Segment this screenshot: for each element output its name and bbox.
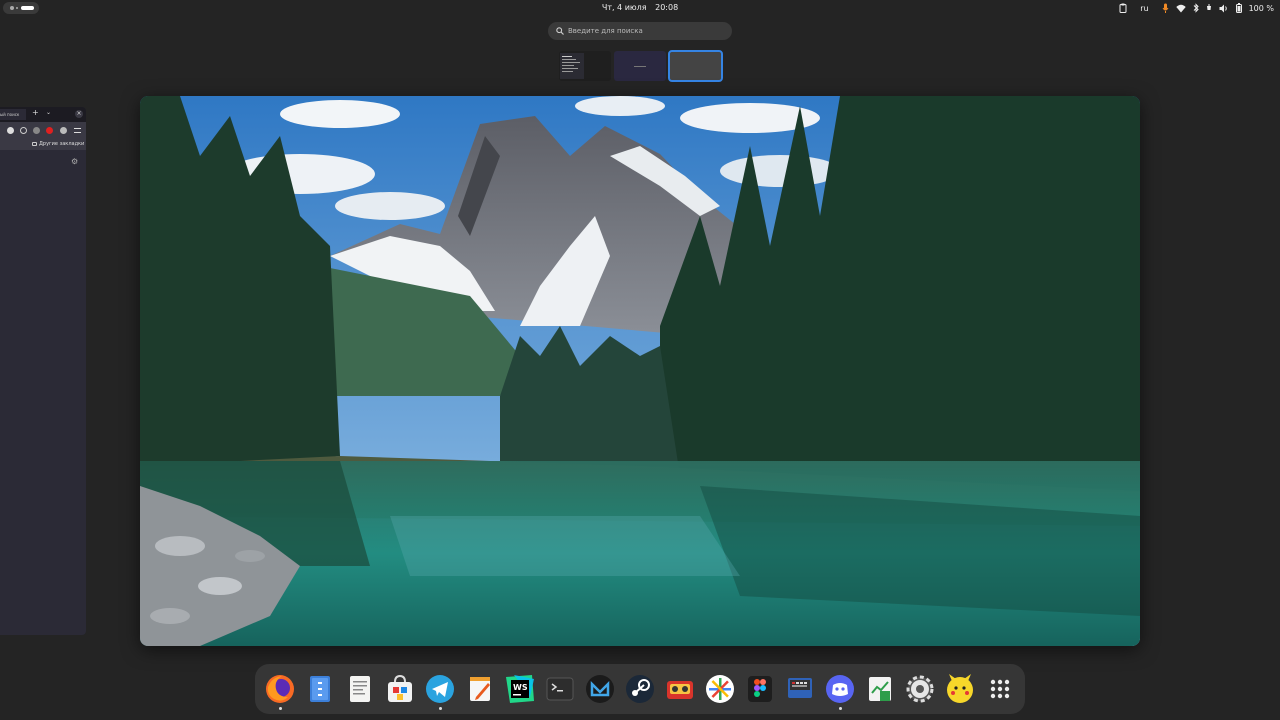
preview-line (562, 56, 572, 57)
webstorm-icon[interactable]: WS (504, 673, 536, 705)
mailspring-icon[interactable] (584, 673, 616, 705)
bluetooth-icon (1193, 3, 1199, 13)
svg-text:WS: WS (513, 683, 528, 692)
running-indicator (279, 707, 282, 710)
steam-icon[interactable] (624, 673, 656, 705)
spreadsheet-icon[interactable] (864, 673, 896, 705)
battery-percent: 100 % (1248, 3, 1274, 13)
workspace-thumbnail-3-active[interactable] (668, 50, 723, 82)
telegram-icon[interactable] (424, 673, 456, 705)
microphone-icon (1162, 3, 1169, 13)
running-indicator (439, 707, 442, 710)
files-icon[interactable] (304, 673, 336, 705)
addon-icon[interactable] (33, 127, 40, 134)
desktop-wallpaper-preview[interactable] (140, 96, 1140, 646)
bookmarks-folder-label[interactable]: Другие закладки (39, 141, 84, 147)
preview-line (562, 71, 573, 72)
bookmarks-bar: Другие закладки (0, 140, 86, 150)
app-grid-icon[interactable] (984, 673, 1016, 705)
container-icon[interactable] (60, 127, 67, 134)
text-editor-icon[interactable] (344, 673, 376, 705)
browser-tab-bar: ый поиск + ⌄ × (0, 107, 86, 122)
battery-icon (1235, 3, 1242, 13)
browser-toolbar (0, 122, 86, 140)
workspace-thumbnail-1[interactable] (559, 51, 611, 81)
terminal-icon[interactable] (544, 673, 576, 705)
gear-icon[interactable]: ⚙ (71, 157, 78, 166)
clock[interactable]: Чт, 4 июля 20:08 (0, 3, 1280, 12)
search-field[interactable] (548, 22, 732, 40)
top-bar: Чт, 4 июля 20:08 ru 100 % (0, 0, 1280, 16)
wifi-icon (1175, 4, 1186, 13)
search-icon (556, 27, 564, 35)
volume-icon (1219, 4, 1229, 13)
preview-line (562, 59, 576, 60)
color-wheel-icon[interactable] (704, 673, 736, 705)
workspace-thumbnail-2[interactable] (614, 51, 666, 81)
software-store-icon[interactable] (384, 673, 416, 705)
menu-icon[interactable] (74, 128, 81, 133)
mountain-lake-wallpaper (140, 96, 1140, 646)
discord-icon[interactable] (824, 673, 856, 705)
clock-day: Чт, 4 июля (601, 3, 647, 12)
settings-gear-icon[interactable] (904, 673, 936, 705)
firefox-icon[interactable] (264, 673, 296, 705)
preview-line (562, 62, 580, 63)
extension-icon[interactable] (20, 127, 27, 134)
search-input[interactable] (568, 24, 723, 38)
notes-icon[interactable] (464, 673, 496, 705)
running-indicator (839, 707, 842, 710)
new-tab-icon[interactable]: + (32, 108, 39, 117)
figma-icon[interactable] (744, 673, 776, 705)
power-mode-icon (1206, 3, 1212, 13)
preview-line (562, 65, 574, 66)
keyboard-app-icon[interactable] (784, 673, 816, 705)
keyboard-layout-indicator[interactable]: ru (1140, 4, 1148, 13)
system-tray[interactable]: ru 100 % (1119, 3, 1274, 13)
video-recorder-icon[interactable] (664, 673, 696, 705)
pikachu-icon[interactable] (944, 673, 976, 705)
browser-tab[interactable]: ый поиск (0, 109, 26, 120)
clock-time: 20:08 (655, 3, 679, 12)
folder-icon (32, 142, 37, 146)
preview-line (562, 68, 578, 69)
dash-dock: WS (255, 664, 1025, 714)
preview-line (634, 66, 646, 67)
ublock-icon[interactable] (46, 127, 53, 134)
browser-window-preview[interactable]: ый поиск + ⌄ × Другие закладки ⚙ (0, 107, 86, 635)
chevron-down-icon[interactable]: ⌄ (46, 109, 51, 116)
close-icon[interactable]: × (75, 110, 83, 118)
clipboard-icon[interactable] (1119, 3, 1127, 13)
account-icon[interactable] (7, 127, 14, 134)
